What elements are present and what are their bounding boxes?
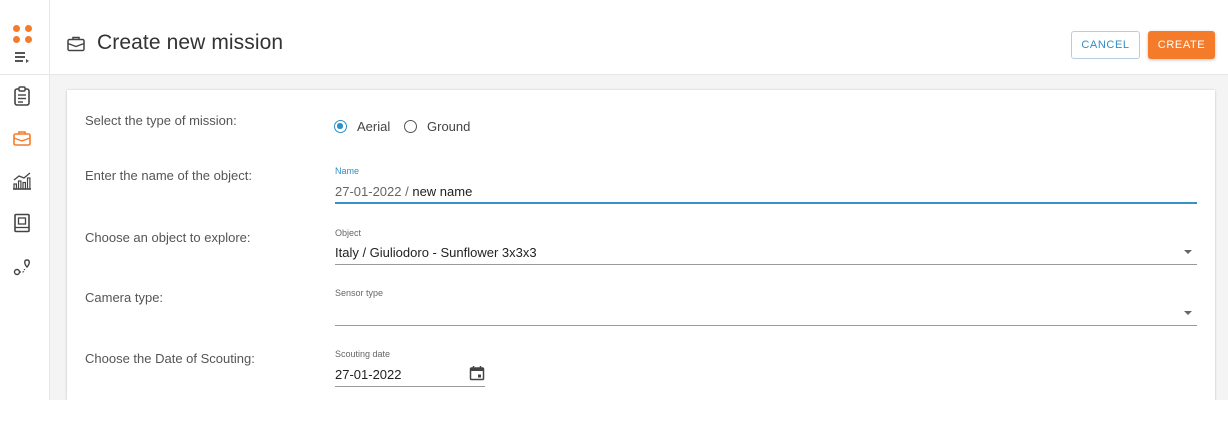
object-field-label: Object (335, 228, 362, 238)
object-select[interactable]: Italy / Giuliodoro - Sunflower 3x3x3 (335, 245, 537, 260)
object-select-underline (335, 264, 1197, 265)
page-bottom (0, 400, 1228, 444)
sidebar-item-analytics[interactable] (11, 170, 33, 192)
analytics-chart-icon (13, 172, 31, 190)
app-logo-icon[interactable] (13, 25, 33, 45)
radio-aerial[interactable]: Aerial (334, 119, 390, 134)
sidebar (0, 0, 50, 400)
radio-circle (404, 120, 417, 133)
menu-toggle-icon[interactable] (15, 52, 31, 64)
date-row-label: Choose the Date of Scouting: (85, 351, 255, 366)
date-input[interactable]: 27-01-2022 (335, 367, 402, 382)
sensor-dropdown-icon[interactable] (1184, 311, 1192, 315)
briefcase-icon (66, 35, 86, 53)
mission-type-label: Select the type of mission: (85, 113, 237, 128)
route-map-icon (13, 259, 30, 276)
page-header: Create new mission CANCEL CREATE (50, 0, 1228, 75)
name-prefix: 27-01-2022 / (335, 184, 413, 199)
name-input-underline (335, 202, 1197, 204)
camera-row-label: Camera type: (85, 290, 164, 305)
date-field-label: Scouting date (335, 349, 391, 359)
calendar-icon[interactable] (469, 365, 485, 381)
name-row-label: Enter the name of the object: (85, 168, 252, 183)
object-dropdown-icon[interactable] (1184, 250, 1192, 254)
sensor-field-label: Sensor type (335, 288, 384, 298)
radio-circle (334, 120, 347, 133)
cancel-button[interactable]: CANCEL (1071, 31, 1140, 59)
sidebar-divider (0, 74, 49, 75)
sidebar-item-missions[interactable] (11, 127, 33, 149)
report-book-icon (14, 213, 30, 233)
create-button[interactable]: CREATE (1148, 31, 1215, 59)
radio-ground-label: Ground (427, 119, 471, 134)
sidebar-item-reports[interactable] (11, 212, 33, 234)
name-input[interactable]: 27-01-2022 / new name (335, 184, 472, 199)
sidebar-item-clipboard[interactable] (11, 85, 33, 107)
name-field-label: Name (335, 166, 360, 176)
name-value: new name (412, 184, 473, 199)
page-title: Create new mission (97, 31, 284, 54)
object-row-label: Choose an object to explore: (85, 230, 251, 245)
briefcase-icon (13, 131, 31, 146)
sidebar-item-routes[interactable] (11, 256, 33, 278)
radio-ground[interactable]: Ground (404, 119, 470, 134)
sensor-select-underline (335, 325, 1197, 326)
clipboard-icon (14, 86, 30, 106)
date-input-underline (335, 386, 485, 387)
radio-aerial-label: Aerial (357, 119, 391, 134)
